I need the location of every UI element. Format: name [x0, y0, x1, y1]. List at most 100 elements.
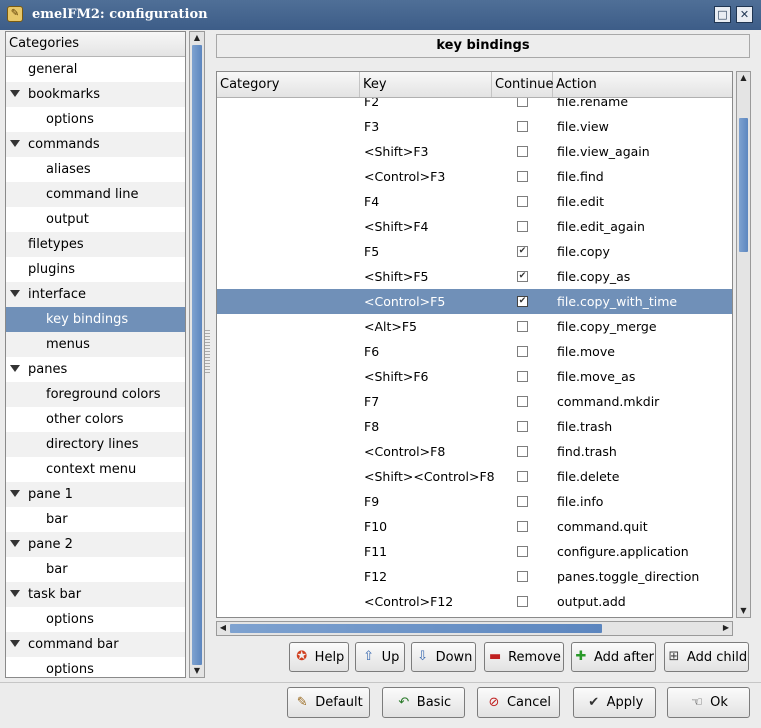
column-header-category[interactable]: Category	[217, 72, 360, 97]
key-cell[interactable]: F8	[364, 414, 379, 439]
key-cell[interactable]: F5	[364, 239, 379, 264]
action-cell[interactable]: file.copy	[557, 239, 610, 264]
category-item[interactable]: aliases	[6, 157, 185, 182]
continue-checkbox[interactable]	[517, 596, 528, 607]
category-item[interactable]: commands	[6, 132, 185, 157]
cancel-button[interactable]: ⊘ Cancel	[477, 687, 560, 718]
action-cell[interactable]: file.delete	[557, 464, 619, 489]
key-cell[interactable]: <Alt>F5	[364, 314, 417, 339]
down-button[interactable]: ⇩ Down	[411, 642, 476, 672]
action-cell[interactable]: file.info	[557, 489, 603, 514]
scroll-right-icon[interactable]: ▶	[720, 622, 732, 635]
table-hscroll-thumb[interactable]	[230, 624, 602, 633]
table-row[interactable]: F7 command.mkdir	[217, 389, 732, 414]
scroll-up-icon[interactable]: ▲	[190, 32, 204, 44]
table-row[interactable]: F11 configure.application	[217, 539, 732, 564]
continue-checkbox[interactable]	[517, 121, 528, 132]
table-row[interactable]: F9 file.info	[217, 489, 732, 514]
expander-triangle-icon[interactable]	[10, 290, 20, 297]
category-item[interactable]: options	[6, 657, 185, 677]
continue-checkbox[interactable]	[517, 521, 528, 532]
table-row[interactable]: <Shift>F5 ✔ file.copy_as	[217, 264, 732, 289]
key-cell[interactable]: <Control>F3	[364, 164, 445, 189]
expander-triangle-icon[interactable]	[10, 140, 20, 147]
action-cell[interactable]: file.move_as	[557, 364, 635, 389]
expander-triangle-icon[interactable]	[10, 640, 20, 647]
close-button[interactable]: ✕	[736, 6, 753, 23]
up-button[interactable]: ⇧ Up	[355, 642, 405, 672]
expander-triangle-icon[interactable]	[10, 365, 20, 372]
pane-splitter-handle[interactable]	[205, 330, 210, 374]
column-header-key[interactable]: Key	[360, 72, 492, 97]
key-cell[interactable]: F3	[364, 114, 379, 139]
key-cell[interactable]: <Shift><Control>F8	[364, 464, 495, 489]
continue-checkbox[interactable]	[517, 146, 528, 157]
action-cell[interactable]: file.view_again	[557, 139, 650, 164]
category-item[interactable]: interface	[6, 282, 185, 307]
continue-checkbox-checked[interactable]: ✔	[517, 246, 528, 257]
category-item[interactable]: command line	[6, 182, 185, 207]
action-cell[interactable]: output.add	[557, 589, 626, 614]
key-cell[interactable]: F4	[364, 189, 379, 214]
table-vertical-scrollbar[interactable]: ▲ ▼	[736, 71, 751, 618]
expander-triangle-icon[interactable]	[10, 90, 20, 97]
remove-button[interactable]: ▬ Remove	[484, 642, 564, 672]
table-row[interactable]: F12 panes.toggle_direction	[217, 564, 732, 589]
scroll-down-icon[interactable]: ▼	[737, 605, 750, 617]
continue-checkbox[interactable]	[517, 446, 528, 457]
continue-checkbox[interactable]	[517, 396, 528, 407]
continue-checkbox[interactable]	[517, 196, 528, 207]
continue-checkbox[interactable]	[517, 171, 528, 182]
key-cell[interactable]: F10	[364, 514, 387, 539]
continue-checkbox-checked[interactable]: ✔	[517, 271, 528, 282]
expander-triangle-icon[interactable]	[10, 590, 20, 597]
continue-checkbox[interactable]	[517, 571, 528, 582]
column-header-continue[interactable]: Continue	[492, 72, 553, 97]
continue-checkbox[interactable]	[517, 321, 528, 332]
table-row[interactable]: F3 file.view	[217, 114, 732, 139]
maximize-button[interactable]: □	[714, 6, 731, 23]
table-row[interactable]: <Control>F3 file.find	[217, 164, 732, 189]
scroll-up-icon[interactable]: ▲	[737, 72, 750, 84]
action-cell[interactable]: file.move	[557, 339, 615, 364]
table-row[interactable]: <Shift><Control>F8 file.delete	[217, 464, 732, 489]
table-row[interactable]: <Shift>F4 file.edit_again	[217, 214, 732, 239]
category-item[interactable]: bookmarks	[6, 82, 185, 107]
expander-triangle-icon[interactable]	[10, 490, 20, 497]
table-row[interactable]: <Alt>F5 file.copy_merge	[217, 314, 732, 339]
category-item[interactable]: other colors	[6, 407, 185, 432]
ok-button[interactable]: ☜ Ok	[667, 687, 750, 718]
key-cell[interactable]: F6	[364, 339, 379, 364]
key-cell[interactable]: F9	[364, 489, 379, 514]
category-item[interactable]: command bar	[6, 632, 185, 657]
apply-button[interactable]: ✔ Apply	[573, 687, 656, 718]
action-cell[interactable]: command.quit	[557, 514, 648, 539]
category-item[interactable]: pane 1	[6, 482, 185, 507]
table-row[interactable]: <Shift>F6 file.move_as	[217, 364, 732, 389]
category-item[interactable]: foreground colors	[6, 382, 185, 407]
category-item[interactable]: filetypes	[6, 232, 185, 257]
action-cell[interactable]: panes.toggle_direction	[557, 564, 699, 589]
table-vscroll-thumb[interactable]	[739, 118, 748, 252]
action-cell[interactable]: configure.application	[557, 539, 689, 564]
category-item[interactable]: options	[6, 607, 185, 632]
category-item[interactable]: bar	[6, 557, 185, 582]
scroll-left-icon[interactable]: ◀	[217, 622, 229, 635]
category-item[interactable]: task bar	[6, 582, 185, 607]
category-item[interactable]: pane 2	[6, 532, 185, 557]
add-after-button[interactable]: ✚ Add after	[571, 642, 656, 672]
table-row[interactable]: F4 file.edit	[217, 189, 732, 214]
action-cell[interactable]: file.edit	[557, 189, 604, 214]
table-row[interactable]: <Control>F5 ✔ file.copy_with_time	[217, 289, 732, 314]
action-cell[interactable]: file.view	[557, 114, 609, 139]
action-cell[interactable]: file.copy_merge	[557, 314, 657, 339]
continue-checkbox[interactable]	[517, 346, 528, 357]
continue-checkbox[interactable]	[517, 221, 528, 232]
category-item[interactable]: key bindings	[6, 307, 185, 332]
help-button[interactable]: ✪ Help	[289, 642, 349, 672]
key-cell[interactable]: <Shift>F3	[364, 139, 429, 164]
category-item[interactable]: general	[6, 57, 185, 82]
key-cell[interactable]: <Control>F12	[364, 589, 453, 614]
table-row[interactable]: F6 file.move	[217, 339, 732, 364]
expander-triangle-icon[interactable]	[10, 540, 20, 547]
